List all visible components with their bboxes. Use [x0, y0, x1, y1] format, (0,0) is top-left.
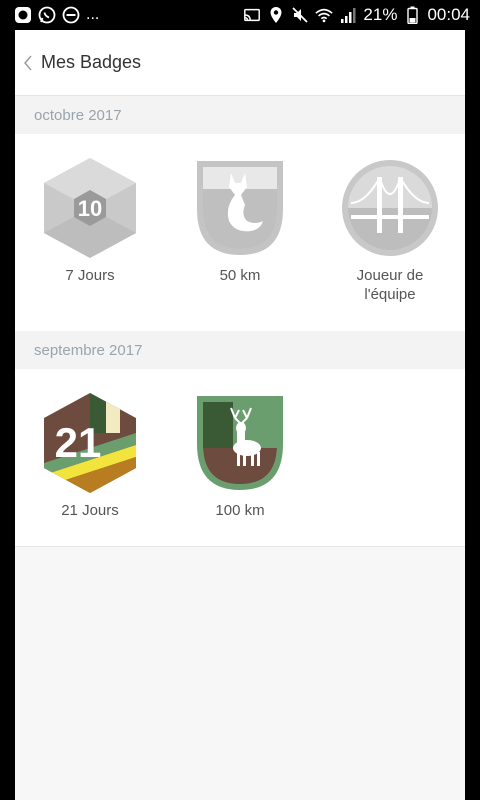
hexagon-21-badge-icon: 21 [40, 393, 140, 493]
battery-percentage: 21% [363, 5, 398, 24]
badge-grid-september: 21 21 Jours 100 km [15, 369, 465, 547]
badge-label: 50 km [219, 267, 261, 284]
badge-100-km[interactable]: 100 km [165, 393, 315, 546]
section-header-september: septembre 2017 [15, 331, 465, 369]
battery-icon [403, 6, 421, 24]
badge-grid-october: 10 7 Jours 50 km Joueur de l'équipe [15, 134, 465, 331]
whatsapp-icon [38, 6, 56, 24]
status-bar: ... 21% 00:04 [0, 0, 480, 30]
status-bar-notifications: ... [14, 6, 99, 24]
app-toolbar: Mes Badges [15, 30, 465, 96]
page-title: Mes Badges [41, 52, 142, 72]
badge-number: 10 [78, 196, 102, 221]
badge-number: 21 [55, 419, 102, 466]
section-header-october: octobre 2017 [15, 96, 465, 134]
fox-shield-badge-icon [190, 158, 290, 258]
location-icon [267, 6, 285, 24]
badge-50-km[interactable]: 50 km [165, 158, 315, 331]
app-notification-icon [14, 6, 32, 24]
badge-label: 100 km [215, 502, 265, 519]
cast-icon [243, 6, 261, 24]
deer-shield-badge-icon [190, 393, 290, 493]
mute-icon [291, 6, 309, 24]
back-button[interactable]: Mes Badges [23, 52, 141, 73]
status-bar-system: 21% 00:04 [243, 5, 470, 25]
chevron-left-icon [23, 53, 35, 73]
hexagon-10-badge-icon: 10 [40, 158, 140, 258]
badge-joueur-de-lequipe[interactable]: Joueur de l'équipe [315, 158, 465, 331]
clock: 00:04 [427, 5, 470, 24]
badge-label: Joueur de l'équipe [356, 267, 424, 303]
do-not-disturb-icon [62, 6, 80, 24]
badges-screen: Mes Badges octobre 2017 10 7 Jours 50 km… [15, 30, 465, 800]
bridge-circle-badge-icon [340, 158, 440, 258]
signal-icon [339, 6, 357, 24]
badge-label: 21 Jours [61, 502, 119, 519]
more-notifications-text: ... [86, 6, 100, 23]
wifi-icon [315, 6, 334, 24]
badge-label: 7 Jours [65, 267, 115, 284]
badge-21-jours[interactable]: 21 21 Jours [15, 393, 165, 546]
badge-7-jours[interactable]: 10 7 Jours [15, 158, 165, 331]
